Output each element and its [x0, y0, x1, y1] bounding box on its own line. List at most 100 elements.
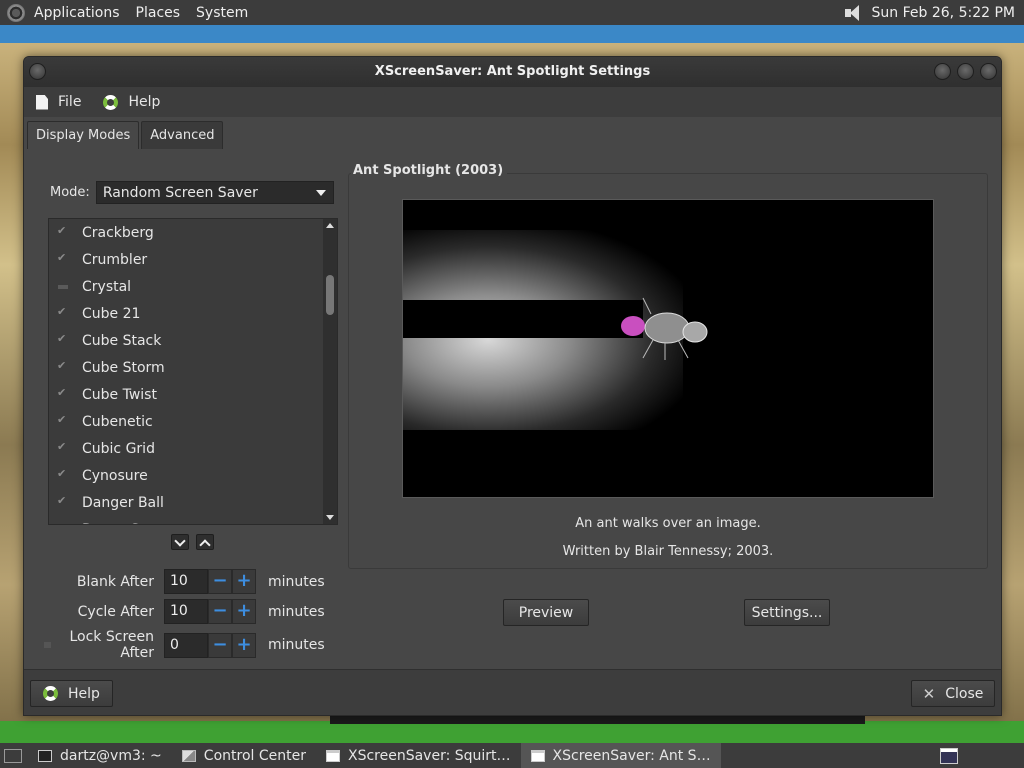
- list-item-checkbox[interactable]: [57, 359, 68, 373]
- list-item-checkbox[interactable]: [57, 521, 66, 525]
- close-window-button[interactable]: [980, 63, 997, 80]
- blank-after-label: Blank After: [76, 573, 154, 590]
- lock-screen-label[interactable]: Lock Screen After: [57, 629, 154, 661]
- settings-button[interactable]: Settings...: [744, 599, 830, 626]
- task-terminal[interactable]: dartz@vm3: ~: [28, 743, 172, 768]
- window-titlebar[interactable]: XScreenSaver: Ant Spotlight Settings: [24, 57, 1001, 87]
- lock-screen-checkbox[interactable]: [44, 642, 52, 648]
- blank-after-decrement-button[interactable]: −: [208, 569, 232, 594]
- list-item-checkbox[interactable]: [57, 251, 68, 265]
- close-icon: ✕: [922, 684, 936, 703]
- list-item[interactable]: Cube Stack: [49, 327, 337, 354]
- tab-display-modes[interactable]: Display Modes: [27, 121, 140, 149]
- list-item[interactable]: Cubenetic: [49, 408, 337, 435]
- maximize-button[interactable]: [957, 63, 974, 80]
- list-item[interactable]: Cynosure: [49, 462, 337, 489]
- blank-after-input[interactable]: 10: [164, 569, 208, 594]
- list-item-checkbox[interactable]: [57, 494, 68, 508]
- task-control-center[interactable]: Control Center: [172, 743, 316, 768]
- mode-value: Random Screen Saver: [102, 184, 258, 201]
- scroll-down-arrow-icon[interactable]: [326, 515, 334, 520]
- list-item-checkbox[interactable]: [57, 305, 68, 319]
- task-xscreensaver-squirt[interactable]: XScreenSaver: Squirt…: [316, 743, 521, 768]
- mode-dropdown[interactable]: Random Screen Saver: [95, 181, 334, 204]
- system-menu[interactable]: System: [188, 5, 256, 21]
- next-screensaver-button[interactable]: [171, 534, 189, 550]
- help-icon: [43, 686, 59, 701]
- list-scrollbar[interactable]: [323, 219, 337, 524]
- list-item[interactable]: Danger Ball: [49, 489, 337, 516]
- list-item[interactable]: Cube Twist: [49, 381, 337, 408]
- lock-screen-increment-button[interactable]: +: [232, 632, 256, 658]
- list-item-label: Cube Twist: [82, 386, 157, 403]
- preview-button[interactable]: Preview: [503, 599, 589, 626]
- cycle-after-unit: minutes: [268, 603, 325, 620]
- workspace-switcher-icon[interactable]: [940, 747, 958, 764]
- lock-screen-decrement-button[interactable]: −: [208, 632, 232, 658]
- window-menu-button[interactable]: [29, 63, 46, 80]
- volume-icon[interactable]: [844, 4, 862, 21]
- minimize-button[interactable]: [934, 63, 951, 80]
- help-menu[interactable]: Help: [103, 94, 160, 110]
- distro-logo-icon[interactable]: [7, 3, 25, 22]
- preview-button-label: Preview: [518, 604, 574, 621]
- clock[interactable]: Sun Feb 26, 5:22 PM: [872, 5, 1015, 21]
- list-item[interactable]: Decay Screen: [49, 516, 337, 525]
- help-icon: [103, 94, 119, 110]
- cycle-after-increment-button[interactable]: +: [232, 599, 256, 624]
- file-menu[interactable]: File: [36, 94, 81, 110]
- list-item[interactable]: Cube Storm: [49, 354, 337, 381]
- list-item-checkbox[interactable]: [57, 332, 68, 346]
- list-item-label: Cube Storm: [82, 359, 165, 376]
- screensaver-list[interactable]: Crackberg Crumbler Crystal Cube 21 Cube Stac…: [48, 218, 338, 525]
- taskbar: dartz@vm3: ~ Control Center XScreenSaver…: [0, 743, 1024, 768]
- list-item-checkbox[interactable]: [57, 224, 68, 238]
- applications-menu[interactable]: Applications: [26, 5, 128, 21]
- top-panel: Applications Places System Sun Feb 26, 5…: [0, 0, 1024, 25]
- cycle-after-decrement-button[interactable]: −: [208, 599, 232, 624]
- places-menu[interactable]: Places: [128, 5, 189, 21]
- task-label: XScreenSaver: Squirt…: [347, 747, 511, 764]
- list-item-checkbox[interactable]: [57, 413, 68, 427]
- list-item-label: Cubenetic: [82, 413, 153, 430]
- control-center-icon: [181, 749, 196, 762]
- scroll-up-arrow-icon[interactable]: [326, 223, 334, 228]
- tab-advanced[interactable]: Advanced: [141, 121, 224, 149]
- scrollbar-thumb[interactable]: [326, 275, 334, 315]
- list-item[interactable]: Cube 21: [49, 300, 337, 327]
- file-menu-label: File: [58, 94, 82, 110]
- show-desktop-left-icon[interactable]: [4, 748, 22, 763]
- list-item-checkbox[interactable]: [57, 440, 68, 454]
- cycle-after-input[interactable]: 10: [164, 599, 208, 624]
- previous-screensaver-button[interactable]: [196, 534, 214, 550]
- lock-screen-label-group: Lock Screen After: [44, 629, 164, 661]
- list-item-checkbox[interactable]: [57, 386, 68, 400]
- lock-screen-row: Lock Screen After 0 − + minutes: [44, 629, 325, 661]
- list-item-label: Cube 21: [82, 305, 141, 322]
- list-item-label: Crystal: [82, 278, 132, 295]
- list-item-label: Crumbler: [82, 251, 148, 268]
- blank-after-increment-button[interactable]: +: [232, 569, 256, 594]
- tab-bar: Display Modes Advanced: [27, 121, 224, 149]
- list-item-checkbox[interactable]: [57, 467, 68, 481]
- task-xscreensaver-ant[interactable]: XScreenSaver: Ant S…: [520, 743, 721, 768]
- list-item[interactable]: Cubic Grid: [49, 435, 337, 462]
- help-button[interactable]: Help: [30, 680, 113, 707]
- ant-graphic: [621, 297, 708, 360]
- lock-screen-input[interactable]: 0: [164, 632, 208, 658]
- help-button-label: Help: [68, 685, 100, 702]
- cycle-after-row: Cycle After 10 − + minutes: [44, 599, 325, 624]
- list-item-checkbox[interactable]: [58, 284, 68, 289]
- list-item[interactable]: Crumbler: [49, 246, 337, 273]
- list-item-label: Danger Ball: [82, 494, 164, 511]
- preview-frame-title: Ant Spotlight (2003): [351, 163, 508, 178]
- list-item[interactable]: Crackberg: [49, 219, 337, 246]
- window-title: XScreenSaver: Ant Spotlight Settings: [374, 64, 651, 79]
- task-label: Control Center: [203, 747, 306, 764]
- list-item[interactable]: Crystal: [49, 273, 337, 300]
- lock-screen-unit: minutes: [268, 637, 325, 653]
- screensaver-author: Written by Blair Tennessy; 2003.: [562, 544, 774, 559]
- list-item-label: Cubic Grid: [82, 440, 155, 457]
- close-button-label: Close: [945, 685, 984, 702]
- close-button[interactable]: ✕ Close: [911, 680, 995, 707]
